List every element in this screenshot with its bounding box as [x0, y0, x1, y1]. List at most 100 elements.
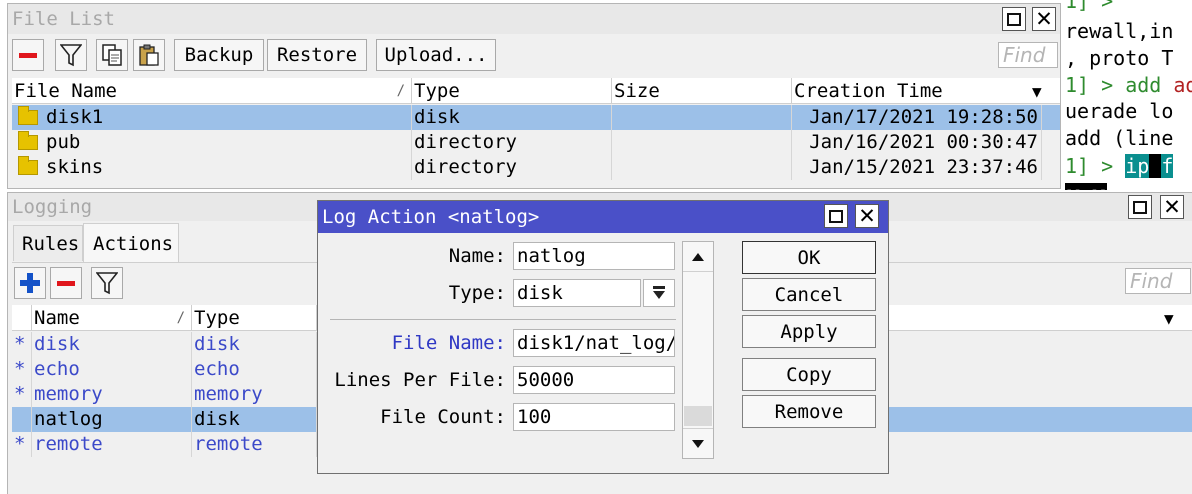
- size-cell: [612, 155, 792, 180]
- tab-actions[interactable]: Actions: [83, 223, 179, 263]
- type-cell: disk: [192, 332, 317, 357]
- terminal-line: uerade lo: [1065, 99, 1174, 123]
- column-menu-button[interactable]: ▼: [1030, 78, 1060, 104]
- name-cell: echo: [32, 357, 192, 382]
- name-label: Name:: [448, 245, 506, 267]
- terminal-add-word: add: [1173, 73, 1192, 97]
- table-row[interactable]: pub directory Jan/16/2021 00:30:47: [12, 130, 1060, 155]
- close-button[interactable]: ✕: [855, 204, 879, 228]
- file-name-cell: disk1: [12, 105, 412, 130]
- type-cell: remote: [192, 432, 317, 457]
- backup-button[interactable]: Backup: [174, 39, 264, 71]
- creation-time-cell: Jan/16/2021 00:30:47: [792, 130, 1042, 155]
- file-count-label: File Count:: [380, 406, 506, 428]
- find-input[interactable]: Find: [1125, 268, 1191, 294]
- ok-button[interactable]: OK: [742, 241, 876, 274]
- section-divider: [330, 319, 676, 320]
- column-type[interactable]: Type: [412, 78, 612, 104]
- copy-icon: [102, 44, 122, 66]
- name-input[interactable]: natlog: [513, 242, 675, 270]
- default-flag: *: [12, 332, 32, 357]
- copy-button[interactable]: Copy: [742, 358, 876, 391]
- dropdown-arrow-icon: ▼: [1032, 82, 1042, 101]
- arrow-up-icon: [692, 252, 704, 261]
- maximize-icon: [829, 209, 843, 223]
- remove-button[interactable]: [50, 267, 82, 299]
- lines-per-file-input[interactable]: 50000: [513, 366, 675, 394]
- table-row[interactable]: disk1 disk Jan/17/2021 19:28:50: [12, 105, 1060, 130]
- filter-icon: [60, 44, 82, 67]
- file-count-input[interactable]: 100: [513, 403, 675, 431]
- find-input[interactable]: Find: [998, 42, 1058, 68]
- column-type[interactable]: Type: [192, 305, 317, 331]
- minus-icon: [57, 280, 75, 286]
- scroll-up-button[interactable]: [683, 242, 713, 272]
- type-cell: echo: [192, 357, 317, 382]
- type-cell: disk: [192, 407, 317, 432]
- upload-button[interactable]: Upload...: [376, 39, 496, 71]
- terminal-ip-command: ip: [1125, 154, 1150, 178]
- dialog-title: Log Action <natlog>: [322, 206, 540, 228]
- column-name[interactable]: Name /: [32, 305, 192, 331]
- window-title: Logging: [12, 196, 93, 218]
- type-label: Type:: [448, 282, 506, 304]
- table-row[interactable]: skins directory Jan/15/2021 23:37:46: [12, 155, 1060, 180]
- type-cell: disk: [412, 105, 612, 130]
- filter-button[interactable]: [55, 39, 87, 71]
- restore-button[interactable]: Restore: [267, 39, 367, 71]
- tab-rules[interactable]: Rules: [13, 225, 83, 261]
- type-dropdown-button[interactable]: [643, 279, 675, 307]
- creation-time-cell: Jan/15/2021 23:37:46: [792, 155, 1042, 180]
- terminal-f-command: f: [1161, 154, 1174, 178]
- default-flag: [12, 407, 32, 432]
- dialog-title-bar[interactable]: Log Action <natlog>: [318, 201, 888, 233]
- column-creation-time[interactable]: Creation Time: [792, 78, 1018, 104]
- terminal-line: 1] > ip f: [1065, 154, 1174, 178]
- terminal-line: , proto T: [1065, 46, 1174, 70]
- add-button[interactable]: [14, 267, 46, 299]
- lines-per-file-label: Lines Per File:: [334, 369, 506, 391]
- file-name-cell: pub: [12, 130, 412, 155]
- window-title: File List: [12, 8, 115, 30]
- scroll-down-button[interactable]: [683, 428, 713, 458]
- terminal-line: add (line: [1065, 126, 1174, 150]
- column-file-name[interactable]: File Name /: [12, 78, 412, 104]
- file-list-title-bar[interactable]: File List: [8, 4, 1060, 34]
- folder-icon: [18, 106, 38, 125]
- sort-icon: /: [396, 83, 405, 99]
- maximize-button[interactable]: [1002, 7, 1026, 31]
- maximize-button[interactable]: [1128, 195, 1152, 219]
- default-flag: *: [12, 432, 32, 457]
- size-cell: [612, 130, 792, 155]
- remove-button[interactable]: [12, 39, 44, 71]
- copy-button[interactable]: [96, 39, 128, 71]
- column-menu-button[interactable]: ▼: [1162, 305, 1192, 331]
- close-icon: ✕: [1035, 7, 1053, 31]
- file-name-input[interactable]: disk1/nat_log/: [513, 329, 675, 357]
- arrow-down-icon: [692, 439, 704, 448]
- plus-icon: [20, 273, 40, 293]
- remove-button[interactable]: Remove: [742, 395, 876, 428]
- apply-button[interactable]: Apply: [742, 315, 876, 348]
- type-select[interactable]: disk: [513, 279, 641, 307]
- type-cell: memory: [192, 382, 317, 407]
- scroll-thumb[interactable]: [684, 406, 712, 426]
- maximize-button[interactable]: [824, 204, 848, 228]
- folder-icon: [18, 131, 38, 150]
- maximize-icon: [1133, 200, 1147, 214]
- maximize-icon: [1007, 12, 1021, 26]
- column-size[interactable]: Size: [612, 78, 792, 104]
- cancel-button[interactable]: Cancel: [742, 278, 876, 311]
- file-name-label: File Name:: [391, 332, 506, 354]
- creation-time-cell: Jan/17/2021 19:28:50: [792, 105, 1042, 130]
- dialog-scrollbar[interactable]: [682, 241, 714, 459]
- close-button[interactable]: ✕: [1160, 195, 1184, 219]
- close-button[interactable]: ✕: [1032, 7, 1056, 31]
- sort-icon: /: [176, 310, 185, 326]
- paste-button[interactable]: [133, 39, 165, 71]
- column-flag: [12, 305, 32, 331]
- log-action-dialog: Log Action <natlog> ✕ Name: natlog Type:…: [317, 200, 889, 474]
- file-list-window: File List ✕ Backup Restore Upload... Fin…: [7, 3, 1061, 189]
- name-cell: disk: [32, 332, 192, 357]
- filter-button[interactable]: [91, 267, 123, 299]
